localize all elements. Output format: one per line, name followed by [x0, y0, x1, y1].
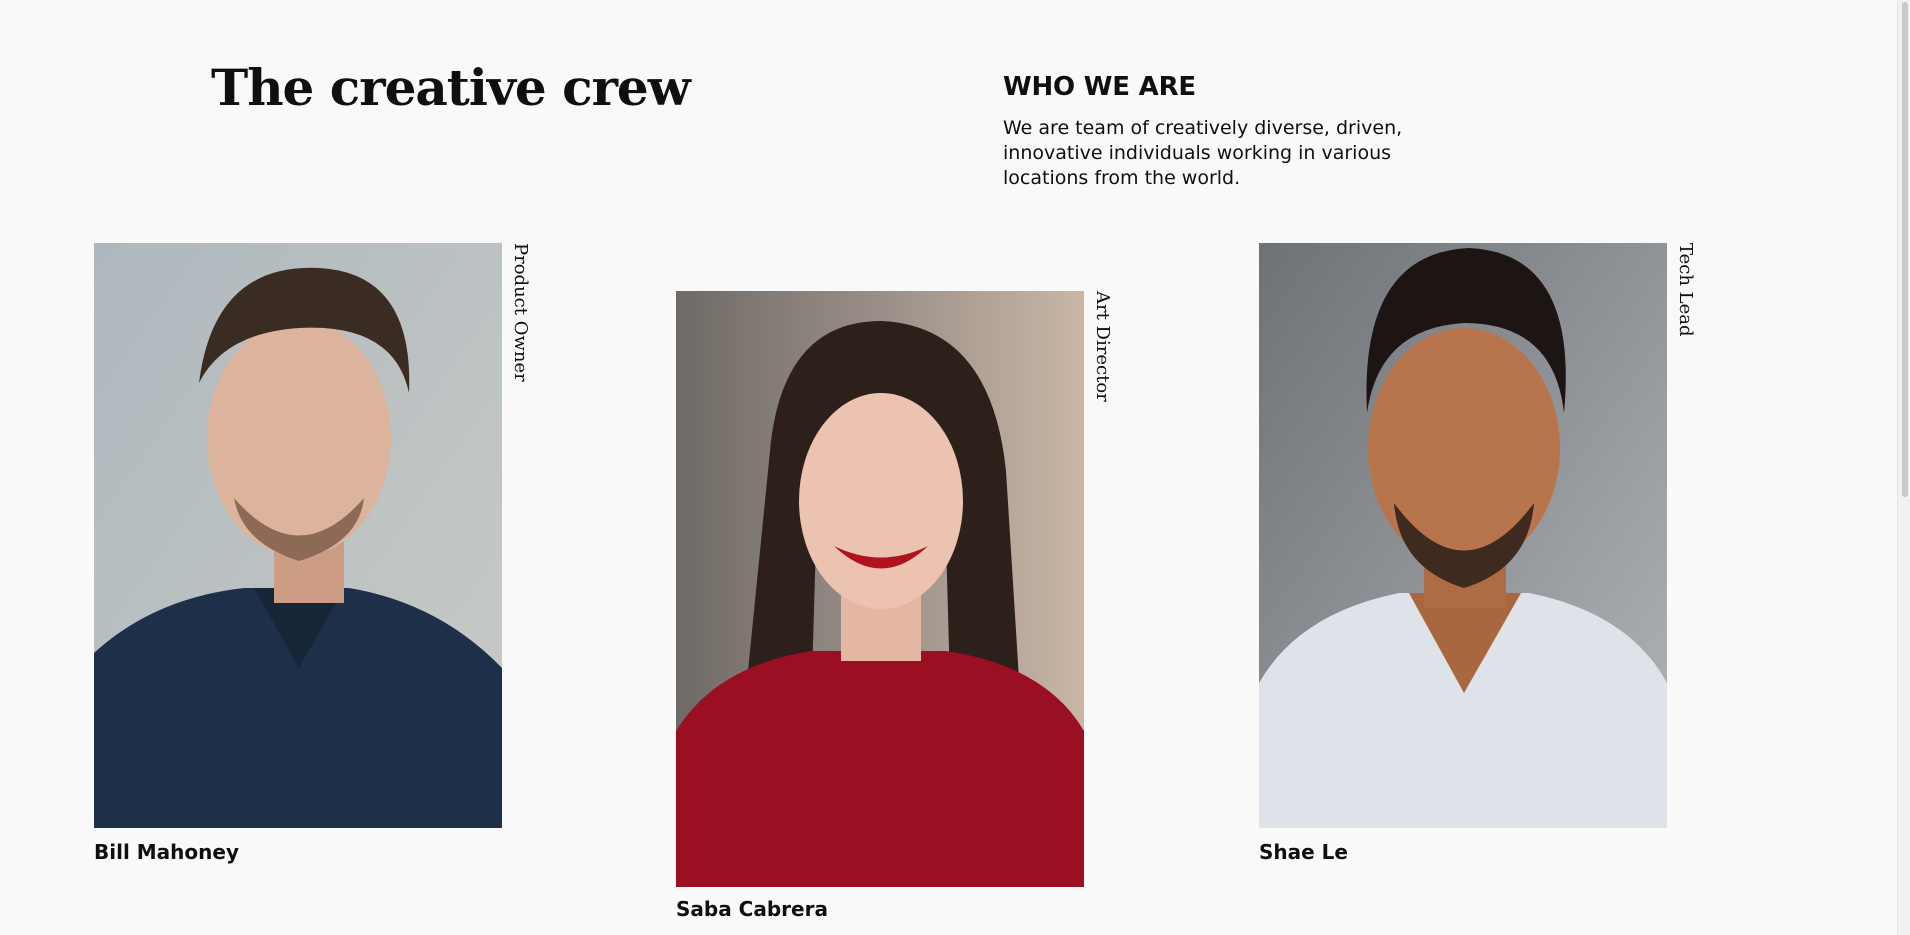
portrait-image	[676, 291, 1084, 887]
team-member-name: Saba Cabrera	[676, 897, 828, 921]
team-member-photo	[1259, 243, 1667, 828]
team-member-name: Shae Le	[1259, 840, 1348, 864]
team-member-role: Tech Lead	[1675, 243, 1696, 337]
scrollbar-thumb[interactable]	[1902, 2, 1908, 497]
section-description: We are team of creatively diverse, drive…	[1003, 117, 1403, 189]
page-scrollbar[interactable]	[1897, 0, 1910, 935]
team-member-name: Bill Mahoney	[94, 840, 239, 864]
team-member-role: Product Owner	[510, 243, 531, 382]
portrait-image	[1259, 243, 1667, 828]
portrait-image	[94, 243, 502, 828]
who-we-are-section: WHO WE ARE We are team of creatively div…	[1003, 70, 1423, 191]
team-member-role: Art Director	[1092, 291, 1113, 402]
section-heading: WHO WE ARE	[1003, 72, 1196, 102]
team-member-photo	[676, 291, 1084, 887]
team-member-photo	[94, 243, 502, 828]
page-title: The creative crew	[211, 58, 691, 117]
